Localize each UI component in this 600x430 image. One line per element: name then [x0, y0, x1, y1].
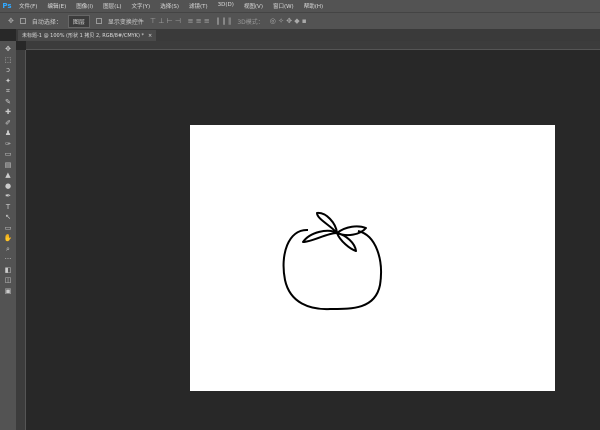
zoom-tool-icon[interactable]: ⌕ [2, 244, 14, 255]
menu-item[interactable]: 3D(D) [213, 2, 239, 10]
screen-mode-tool-icon[interactable]: ▣ [2, 286, 14, 297]
colors-tool-icon[interactable]: ◧ [2, 265, 14, 276]
menu-item[interactable]: 滤镜(T) [184, 2, 213, 10]
crop-tool-icon[interactable]: ⌗ [2, 86, 14, 97]
auto-select-label: 自动选择： [31, 18, 62, 26]
marquee-tool-icon[interactable]: ⬚ [2, 55, 14, 66]
mode-3d-label: 3D模式： [237, 18, 264, 26]
brush-tool-icon[interactable]: ✐ [2, 118, 14, 129]
move-tool-icon[interactable]: ✥ [8, 17, 14, 25]
auto-select-dropdown[interactable]: 图层 [67, 14, 90, 28]
path-select-tool-icon[interactable]: ↖ [2, 212, 14, 223]
horizontal-ruler [26, 41, 600, 50]
quick-mask-tool-icon[interactable]: ◫ [2, 275, 14, 286]
pen-tool-icon[interactable]: ✒ [2, 191, 14, 202]
menu-item[interactable]: 帮助(H) [299, 2, 328, 10]
vertical-ruler [16, 50, 26, 430]
photoshop-logo: Ps [2, 2, 12, 10]
hand-tool-icon[interactable]: ✋ [2, 233, 14, 244]
document-tab[interactable]: 未标题-1 @ 100% (形状 1 拷贝 2, RGB/8#/CMYK) * … [18, 30, 157, 41]
show-transform-label: 显示变换控件 [107, 18, 144, 26]
healing-tool-icon[interactable]: ✚ [2, 107, 14, 118]
document-tab-title: 未标题-1 @ 100% (形状 1 拷贝 2, RGB/8#/CMYK) * [22, 33, 145, 39]
menu-item[interactable]: 图像(I) [71, 2, 98, 10]
type-tool-icon[interactable]: T [2, 202, 14, 213]
3d-mode-icons[interactable]: ◎ ✧ ✥ ◆ ▪ [270, 17, 307, 25]
lasso-tool-icon[interactable]: ↄ [2, 65, 14, 76]
tomato-drawing [282, 211, 382, 311]
menu-item[interactable]: 选择(S) [155, 2, 184, 10]
tools-panel: ✥ ⬚ ↄ ✦ ⌗ ✎ ✚ ✐ ♟ ✑ ▭ ▤ ▲ ● ✒ T ↖ ▭ ✋ ⌕ ··· ◧ ◫ ▣ [0, 41, 16, 430]
auto-select-checkbox[interactable] [19, 18, 26, 24]
magic-wand-tool-icon[interactable]: ✦ [2, 76, 14, 87]
document-canvas[interactable] [190, 125, 555, 391]
shape-tool-icon[interactable]: ▭ [2, 223, 14, 234]
dodge-tool-icon[interactable]: ● [2, 181, 14, 192]
options-bar: ✥ 自动选择： 图层 显示变换控件 ⊤ ⊥ ⊢ ⊣ ≡ ≡ ≡ ‖ ‖ ‖ 3D… [0, 12, 600, 29]
menu-item[interactable]: 文件(F) [14, 2, 42, 10]
eraser-tool-icon[interactable]: ▭ [2, 149, 14, 160]
close-icon[interactable]: × [148, 33, 152, 39]
more-tool-icon[interactable]: ··· [2, 254, 14, 265]
stamp-tool-icon[interactable]: ♟ [2, 128, 14, 139]
history-brush-tool-icon[interactable]: ✑ [2, 139, 14, 150]
tomato-body [282, 228, 382, 311]
menu-bar: Ps 文件(F) 编辑(E) 图像(I) 图层(L) 文字(Y) 选择(S) 滤镜(T) 3D… [0, 0, 600, 12]
blur-tool-icon[interactable]: ▲ [2, 170, 14, 181]
document-tab-bar: 未标题-1 @ 100% (形状 1 拷贝 2, RGB/8#/CMYK) * … [16, 29, 600, 41]
menu-item[interactable]: 窗口(W) [268, 2, 299, 10]
menu-item[interactable]: 文字(Y) [127, 2, 156, 10]
show-transform-checkbox[interactable] [95, 18, 102, 24]
menu-item[interactable]: 视图(V) [239, 2, 268, 10]
align-icons[interactable]: ⊤ ⊥ ⊢ ⊣ ≡ ≡ ≡ ‖ ‖ ‖ [150, 17, 231, 25]
leaf-left [302, 229, 338, 243]
move-tool-icon[interactable]: ✥ [2, 44, 14, 55]
gradient-tool-icon[interactable]: ▤ [2, 160, 14, 171]
menu-item[interactable]: 编辑(E) [42, 2, 71, 10]
menu-item[interactable]: 图层(L) [98, 2, 126, 10]
eyedropper-tool-icon[interactable]: ✎ [2, 97, 14, 108]
